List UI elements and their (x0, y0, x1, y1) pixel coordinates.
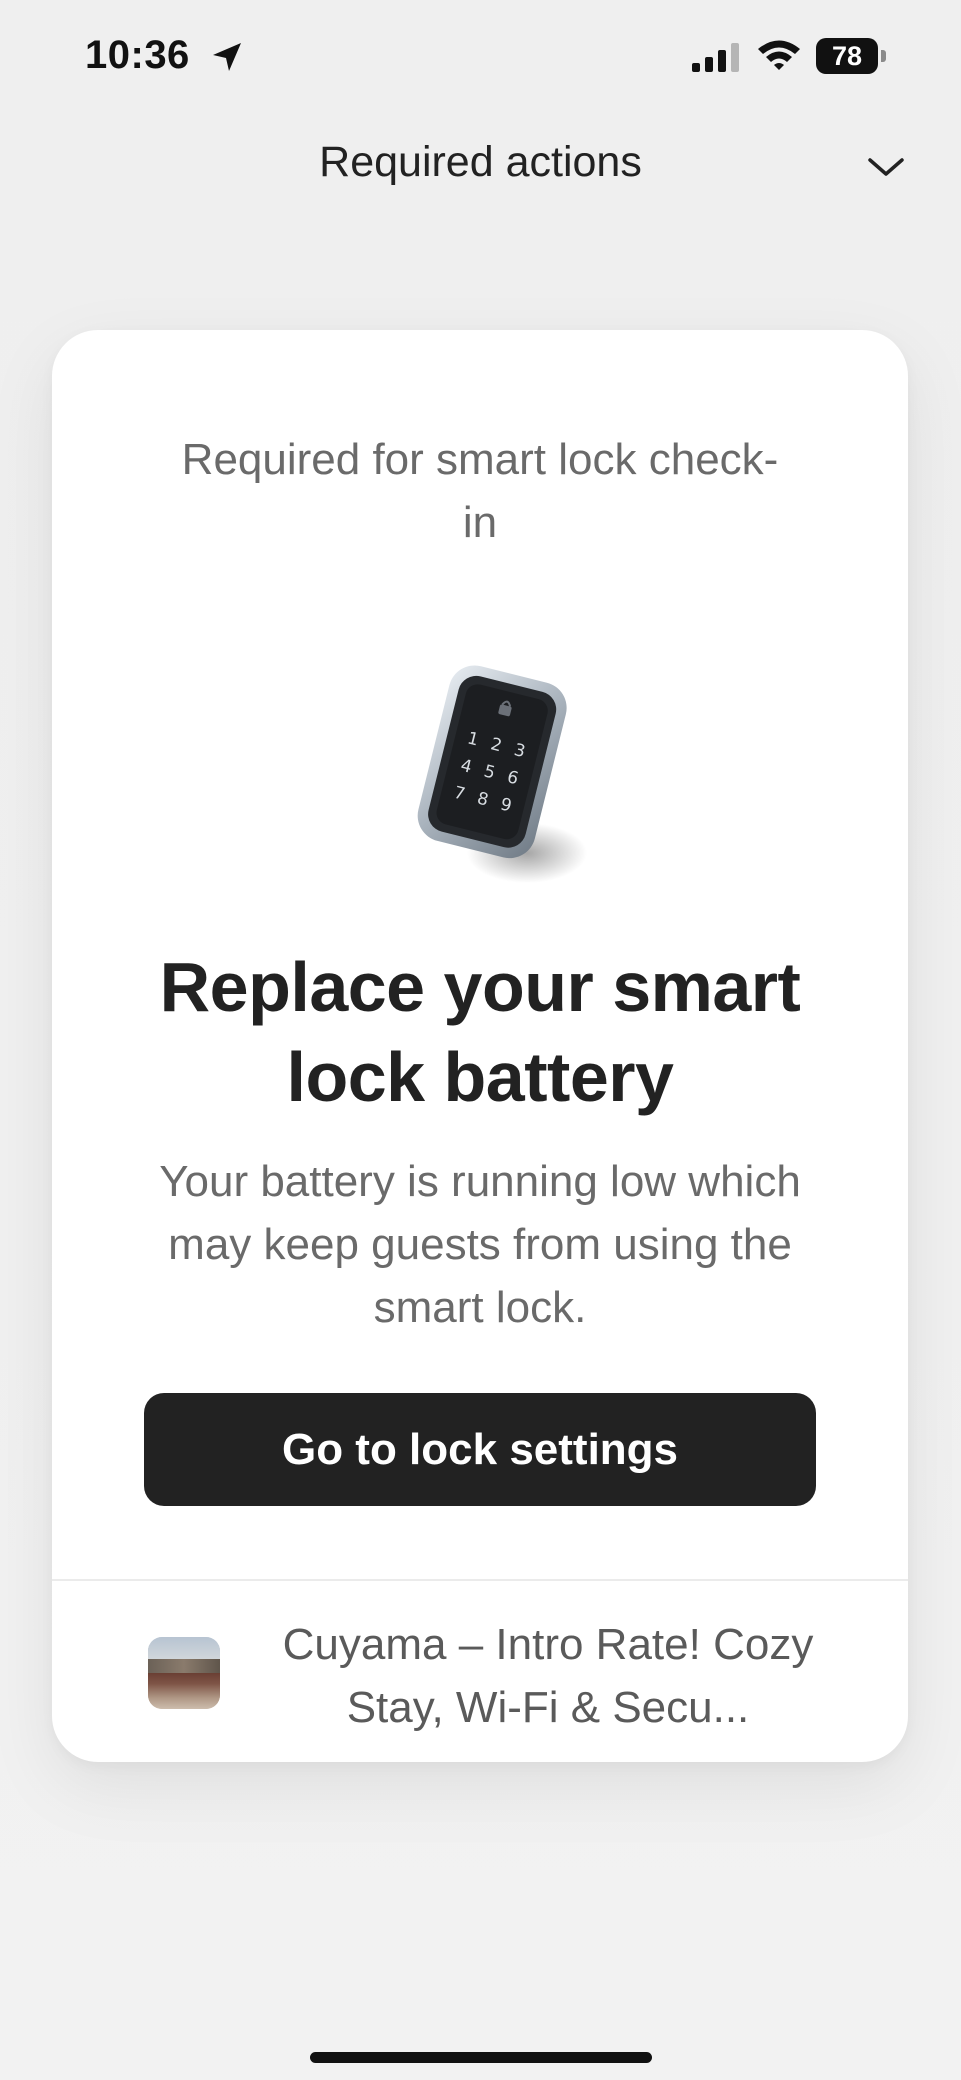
wifi-icon (758, 40, 800, 70)
battery-level: 78 (831, 41, 863, 71)
cellular-signal-icon (692, 43, 739, 72)
listing-title: Cuyama – Intro Rate! Cozy Stay, Wi-Fi & … (248, 1613, 848, 1739)
location-arrow-icon (213, 43, 241, 71)
listing-row[interactable]: Cuyama – Intro Rate! Cozy Stay, Wi-Fi & … (52, 1581, 908, 1762)
battery-icon: 78 (816, 38, 888, 74)
card-heading: Replace your smart lock battery (159, 948, 801, 1116)
status-time: 10:36 (85, 33, 190, 77)
screen: 10:36 78 Required actions Required for s… (0, 0, 961, 2080)
sheet-title: Required actions (319, 138, 642, 186)
collapse-button[interactable] (862, 148, 910, 188)
listing-thumbnail (148, 1637, 220, 1709)
listing-title-text: Cuyama – Intro Rate! Cozy Stay, Wi-Fi & … (282, 1620, 814, 1732)
card-subtitle: Required for smart lock check-in (181, 435, 779, 547)
required-action-card: Required for smart lock check-in 1 2 3 4… (52, 330, 908, 1762)
home-indicator[interactable] (310, 2052, 652, 2063)
chevron-down-icon (868, 158, 904, 176)
card-body-text: Your battery is running low which may ke… (159, 1157, 801, 1332)
status-bar: 10:36 78 (0, 0, 961, 115)
go-to-lock-settings-button[interactable]: Go to lock settings (144, 1393, 816, 1506)
battery-tip (881, 50, 886, 62)
smart-lock-keypad-image: 1 2 3 4 5 6 7 8 9 (417, 665, 587, 883)
